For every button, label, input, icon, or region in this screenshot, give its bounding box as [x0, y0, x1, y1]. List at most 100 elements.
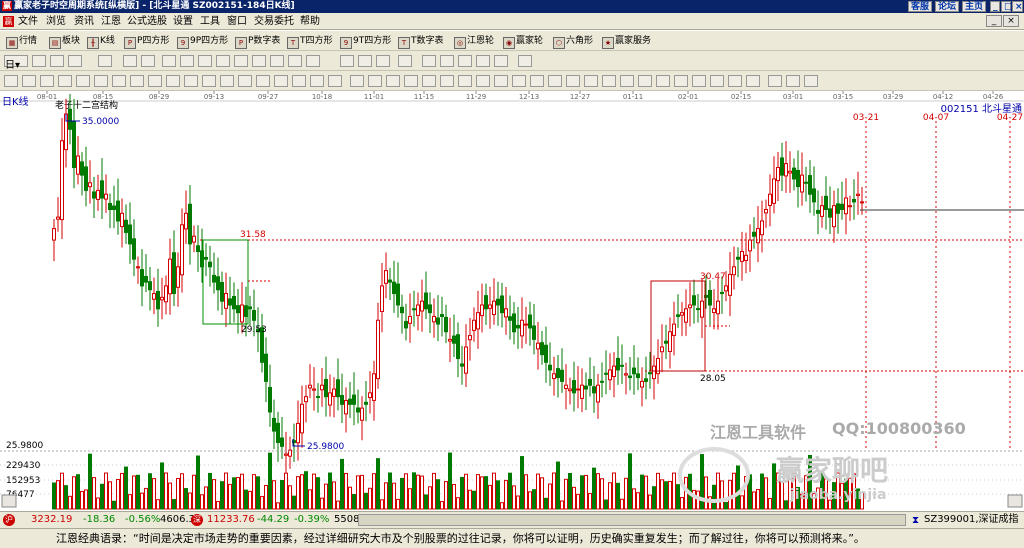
- check-icon[interactable]: [398, 55, 412, 67]
- box-icon[interactable]: [130, 75, 144, 87]
- gann-fan-icon[interactable]: [40, 75, 54, 87]
- pentagon-icon[interactable]: [310, 75, 324, 87]
- pin-icon[interactable]: [728, 75, 742, 87]
- stop-icon[interactable]: [288, 55, 302, 67]
- menu-gann[interactable]: 江恩: [101, 13, 121, 30]
- cycle-icon[interactable]: [94, 75, 108, 87]
- flag-tool-icon[interactable]: [141, 55, 155, 67]
- tb-9p-square[interactable]: 9 9P四方形: [177, 34, 228, 49]
- table-icon[interactable]: [440, 75, 454, 87]
- menu-trade[interactable]: 交易委托: [254, 13, 294, 30]
- tb-gann-wheel[interactable]: ◎ 江恩轮: [454, 34, 494, 49]
- chart-icon[interactable]: [306, 55, 320, 67]
- last-page-icon[interactable]: [180, 55, 194, 67]
- cross-icon[interactable]: [674, 75, 688, 87]
- tb-p-table[interactable]: P P数字表: [235, 34, 280, 49]
- tb-9t-square[interactable]: 9 9T四方形: [340, 34, 391, 49]
- tb-kline[interactable]: ╫ K线: [87, 34, 115, 49]
- infinity-icon[interactable]: [804, 75, 818, 87]
- status-scrollbar[interactable]: [358, 514, 906, 526]
- grid-tool-icon[interactable]: [22, 75, 36, 87]
- close-button[interactable]: ×: [1012, 1, 1023, 12]
- ray-icon[interactable]: [404, 75, 418, 87]
- save-icon[interactable]: [440, 55, 454, 67]
- ratio-icon[interactable]: [548, 75, 562, 87]
- kefu-link[interactable]: 客服: [908, 1, 933, 12]
- time-zone-icon[interactable]: [148, 75, 162, 87]
- channel-icon[interactable]: [76, 75, 90, 87]
- angle-icon[interactable]: [166, 75, 180, 87]
- draw-tool-icon[interactable]: [32, 55, 46, 67]
- next-icon[interactable]: [216, 55, 230, 67]
- octagon-icon[interactable]: [328, 75, 342, 87]
- square-icon[interactable]: [274, 75, 288, 87]
- calc-icon[interactable]: [422, 55, 436, 67]
- chart2-icon[interactable]: [512, 75, 526, 87]
- star-icon[interactable]: [238, 75, 252, 87]
- play-icon[interactable]: [270, 55, 284, 67]
- scroll-up-button[interactable]: [1, 494, 17, 508]
- tb-service[interactable]: ★ 赢家服务: [602, 34, 651, 49]
- prev-icon[interactable]: [198, 55, 212, 67]
- flag2-icon[interactable]: [692, 75, 706, 87]
- chart-area[interactable]: 08-01 08-15 08-29 09-13 09-27 10-18 11-01 11-15…: [0, 91, 1024, 511]
- scroll-down-button[interactable]: [1007, 494, 1023, 508]
- kline-chart[interactable]: 08-01 08-15 08-29 09-13 09-27 10-18 11-01 11-15…: [0, 91, 1024, 511]
- tb-p-square[interactable]: P P四方形: [124, 34, 169, 49]
- hex-icon[interactable]: [256, 75, 270, 87]
- mark-icon[interactable]: [710, 75, 724, 87]
- delete-icon[interactable]: [422, 75, 436, 87]
- text-icon[interactable]: [350, 75, 364, 87]
- parallel-icon[interactable]: [386, 75, 400, 87]
- menu-formula[interactable]: 公式选股: [127, 13, 167, 30]
- wave-icon[interactable]: [620, 75, 634, 87]
- zoom-in-icon[interactable]: [234, 55, 248, 67]
- hand-icon[interactable]: [340, 55, 354, 67]
- setting-icon[interactable]: [494, 55, 508, 67]
- bar2-icon[interactable]: [476, 75, 490, 87]
- diamond-icon[interactable]: [220, 75, 234, 87]
- ruler-icon[interactable]: [4, 75, 18, 87]
- menu-info[interactable]: 资讯: [74, 13, 94, 30]
- percent-icon[interactable]: [530, 75, 544, 87]
- first-page-icon[interactable]: [162, 55, 176, 67]
- dropdown-tool-icon[interactable]: [68, 55, 82, 67]
- palette-icon[interactable]: [768, 75, 782, 87]
- compare-icon[interactable]: [566, 75, 580, 87]
- color-tool-icon[interactable]: [123, 55, 137, 67]
- homepage-link[interactable]: 主页: [962, 1, 987, 12]
- menu-settings[interactable]: 设置: [173, 13, 193, 30]
- tb-hexagon[interactable]: ⬡ 六角形: [553, 34, 593, 49]
- bar3-icon[interactable]: [494, 75, 508, 87]
- volume-icon[interactable]: [584, 75, 598, 87]
- arrow-icon[interactable]: [358, 55, 372, 67]
- bar-icon[interactable]: [458, 75, 472, 87]
- trough-icon[interactable]: [656, 75, 670, 87]
- tb-quote[interactable]: ▦ 行情: [6, 34, 37, 49]
- tb-sector[interactable]: ▤ 板块: [49, 34, 80, 49]
- triangle-icon[interactable]: [292, 75, 306, 87]
- mdi-minimize-button[interactable]: _: [986, 15, 1002, 27]
- maximize-button[interactable]: □: [1001, 1, 1013, 12]
- circle-icon[interactable]: [184, 75, 198, 87]
- tb-t-square[interactable]: T T四方形: [287, 34, 333, 49]
- mdi-close-button[interactable]: ×: [1003, 15, 1019, 27]
- fib-icon[interactable]: [58, 75, 72, 87]
- zoom-icon[interactable]: [376, 55, 390, 67]
- period-dropdown[interactable]: 日▾: [4, 55, 28, 71]
- cursor-tool-icon[interactable]: [50, 55, 64, 67]
- forum-link[interactable]: 论坛: [935, 1, 960, 12]
- zoom-out-icon[interactable]: [252, 55, 266, 67]
- menu-browse[interactable]: 浏览: [46, 13, 66, 30]
- spiral-icon[interactable]: [202, 75, 216, 87]
- tb-winner-wheel[interactable]: ◉ 赢家轮: [503, 34, 543, 49]
- line-tool-icon[interactable]: [98, 55, 112, 67]
- window-icon[interactable]: [518, 55, 532, 67]
- tb-t-table[interactable]: T T数字表: [398, 34, 444, 49]
- minimize-button[interactable]: _: [990, 1, 1000, 12]
- arc-icon[interactable]: [112, 75, 126, 87]
- peak-icon[interactable]: [638, 75, 652, 87]
- menu-window[interactable]: 窗口: [227, 13, 247, 30]
- menu-tools[interactable]: 工具: [200, 13, 220, 30]
- menu-help[interactable]: 帮助: [300, 13, 320, 30]
